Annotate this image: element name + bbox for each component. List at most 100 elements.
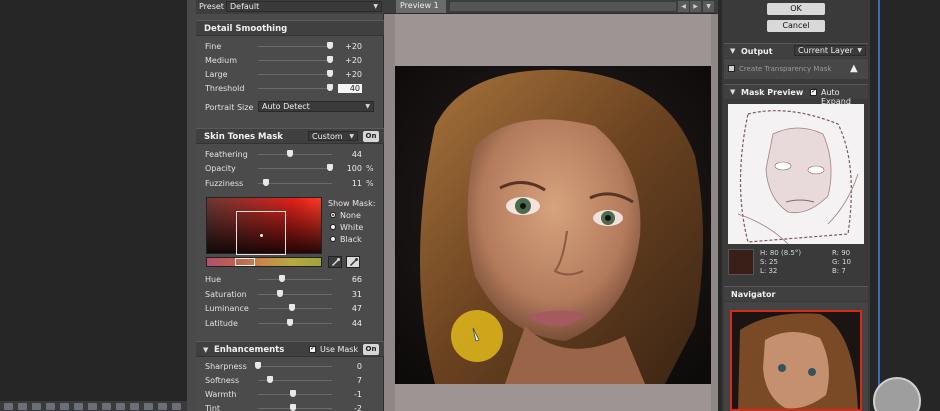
slider-thumb[interactable] — [262, 179, 269, 186]
output-dropdown[interactable]: Current Layer ▼ — [794, 45, 866, 56]
slider-value[interactable]: -1 — [336, 390, 362, 399]
taskbar-icon[interactable] — [172, 403, 181, 410]
slider-value[interactable]: 44 — [336, 319, 362, 328]
color-selection-box[interactable] — [236, 211, 286, 255]
slider-track[interactable] — [258, 183, 332, 184]
taskbar-icon[interactable] — [74, 403, 83, 410]
readout-l: L: 32 — [760, 267, 778, 275]
readout-r: R: 90 — [832, 249, 851, 257]
slider-thumb[interactable] — [286, 150, 293, 157]
use-mask-checkbox[interactable] — [309, 344, 316, 353]
taskbar-icon[interactable] — [116, 403, 125, 410]
slider-thumb[interactable] — [327, 42, 333, 49]
slider-thumb[interactable] — [288, 304, 295, 311]
mask-mode-value: Custom — [312, 132, 343, 141]
slider-value[interactable]: 31 — [336, 290, 362, 299]
tab-scroll-left-icon[interactable]: ◀ — [678, 1, 689, 12]
taskbar-icon[interactable] — [158, 403, 167, 410]
taskbar-icon[interactable] — [18, 403, 27, 410]
output-header[interactable]: ▼ Output Current Layer ▼ — [724, 43, 868, 58]
slider-thumb[interactable] — [267, 376, 274, 383]
taskbar-icon[interactable] — [32, 403, 41, 410]
slider-thumb[interactable] — [327, 56, 333, 63]
slider-track[interactable] — [258, 88, 332, 89]
taskbar-icon[interactable] — [46, 403, 55, 410]
slider-label: Hue — [205, 275, 222, 284]
portrait-size-value: Auto Detect — [262, 102, 310, 111]
skin-mask-on-button[interactable]: On — [363, 131, 379, 142]
slider-thumb[interactable] — [278, 275, 285, 282]
slider-thumb[interactable] — [277, 290, 284, 297]
slider-thumb[interactable] — [289, 404, 296, 411]
slider-thumb[interactable] — [286, 319, 293, 326]
transparency-mask-checkbox[interactable] — [728, 65, 735, 72]
preset-dropdown[interactable]: Default ▼ — [226, 1, 382, 12]
mask-mode-dropdown[interactable]: Custom ▼ — [308, 131, 358, 141]
slider-value[interactable]: 44 — [336, 150, 362, 159]
hue-range-handle[interactable] — [235, 258, 255, 266]
slider-track[interactable] — [258, 46, 332, 47]
slider-value[interactable]: 47 — [336, 304, 362, 313]
eyedropper-button[interactable] — [328, 256, 342, 268]
taskbar-icon[interactable] — [60, 403, 69, 410]
slider-value[interactable]: 11 — [336, 179, 362, 188]
slider-label: Fuzziness — [205, 179, 244, 188]
slider-unit: % — [366, 179, 374, 188]
section-title: Skin Tones Mask — [204, 132, 283, 142]
slider-track[interactable] — [258, 168, 332, 169]
slider-label: Medium — [205, 56, 237, 65]
slider-label: Latitude — [205, 319, 238, 328]
portrait-photo[interactable] — [395, 66, 711, 384]
slider-thumb[interactable] — [255, 362, 261, 369]
cancel-button[interactable]: Cancel — [767, 20, 825, 32]
taskbar-icon[interactable] — [88, 403, 97, 410]
slider-value[interactable]: +20 — [336, 42, 362, 51]
slider-track[interactable] — [258, 294, 332, 295]
slider-thumb[interactable] — [327, 164, 333, 171]
slider-value[interactable]: +20 — [336, 56, 362, 65]
slider-thumb[interactable] — [327, 84, 333, 91]
tab-menu-icon[interactable]: ▼ — [703, 1, 714, 12]
tab-preview-1[interactable]: Preview 1 — [396, 0, 446, 13]
slider-track[interactable] — [258, 323, 332, 324]
slider-track[interactable] — [258, 366, 332, 367]
portrait-size-dropdown[interactable]: Auto Detect ▼ — [258, 101, 374, 112]
auto-expand-checkbox[interactable] — [810, 87, 817, 96]
color-picker-marker[interactable] — [260, 234, 263, 237]
slider-track[interactable] — [258, 279, 332, 280]
slider-value[interactable]: +20 — [336, 70, 362, 79]
eyedropper-add-button[interactable] — [346, 256, 360, 268]
enhancements-on-button[interactable]: On — [363, 344, 379, 355]
slider-track[interactable] — [258, 60, 332, 61]
radio-dot[interactable] — [330, 236, 336, 242]
ok-button[interactable]: OK — [767, 3, 825, 15]
slider-value[interactable]: 66 — [336, 275, 362, 284]
slider-value[interactable]: 100 — [336, 164, 362, 173]
taskbar-icon[interactable] — [4, 403, 13, 410]
sampled-color-swatch — [728, 249, 754, 275]
skin-tones-mask-header[interactable]: Skin Tones Mask Custom ▼ On — [196, 128, 384, 144]
slider-value[interactable]: 40 — [338, 84, 362, 93]
section-title: Detail Smoothing — [204, 24, 288, 34]
taskbar-icon[interactable] — [130, 403, 139, 410]
slider-value[interactable]: -2 — [336, 404, 362, 411]
radio-dot[interactable] — [330, 212, 336, 218]
detail-smoothing-header[interactable]: Detail Smoothing — [196, 20, 384, 36]
slider-value[interactable]: 0 — [336, 362, 362, 371]
taskbar-icon[interactable] — [102, 403, 111, 410]
skin-color-field[interactable] — [206, 197, 322, 255]
slider-thumb[interactable] — [327, 70, 333, 77]
slider-track[interactable] — [258, 154, 332, 155]
radio-dot[interactable] — [330, 224, 336, 230]
slider-track[interactable] — [258, 308, 332, 309]
taskbar-icon[interactable] — [144, 403, 153, 410]
hue-range-strip[interactable] — [206, 257, 322, 267]
enhancements-header[interactable]: ▼ Enhancements Use Mask On — [196, 341, 384, 357]
tab-scroll-right-icon[interactable]: ▶ — [690, 1, 701, 12]
navigator-thumbnail[interactable] — [730, 310, 862, 411]
navigator-header[interactable]: Navigator — [724, 286, 868, 301]
mask-preview-header[interactable]: ▼ Mask Preview Auto Expand — [724, 84, 868, 106]
slider-track[interactable] — [258, 74, 332, 75]
slider-thumb[interactable] — [290, 390, 297, 397]
slider-value[interactable]: 7 — [336, 376, 362, 385]
